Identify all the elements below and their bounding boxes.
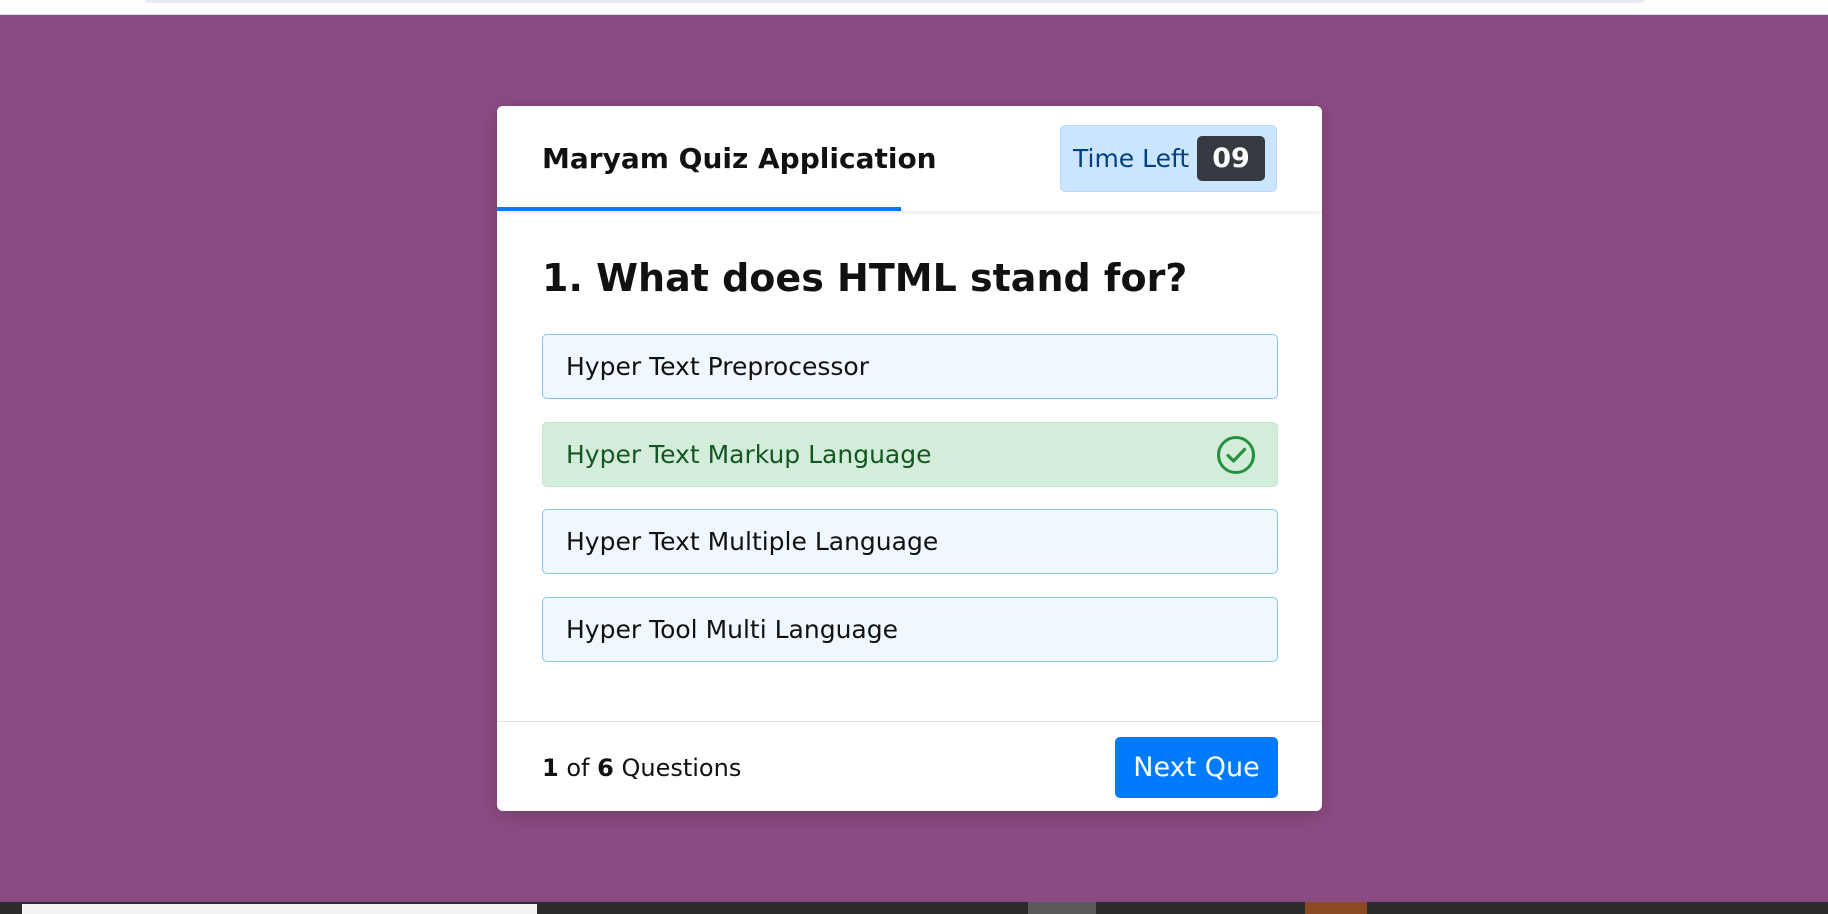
taskbar-accent-app[interactable] (1305, 902, 1367, 914)
quiz-footer: 1 of 6 Questions Next Que (497, 721, 1322, 811)
option-2-correct[interactable]: Hyper Text Markup Language (542, 422, 1278, 487)
browser-top-strip (0, 0, 1828, 15)
timer-seconds: 09 (1197, 136, 1265, 181)
question-counter: 1 of 6 Questions (542, 754, 741, 783)
option-1[interactable]: Hyper Text Preprocessor (542, 334, 1278, 399)
check-circle-icon (1216, 435, 1256, 475)
option-label: Hyper Text Markup Language (566, 440, 932, 469)
quiz-box: Maryam Quiz Application Time Left 09 1. … (497, 106, 1322, 811)
taskbar-middle-app[interactable] (1028, 902, 1096, 914)
option-label: Hyper Text Multiple Language (566, 527, 939, 556)
browser-tab-strip (145, 0, 1645, 3)
timer-label: Time Left (1073, 144, 1190, 173)
taskbar-left-app[interactable] (22, 904, 537, 914)
total-questions-number: 6 (597, 754, 614, 782)
timer: Time Left 09 (1060, 125, 1277, 192)
option-3[interactable]: Hyper Text Multiple Language (542, 509, 1278, 574)
option-4[interactable]: Hyper Tool Multi Language (542, 597, 1278, 662)
option-label: Hyper Tool Multi Language (566, 615, 899, 644)
counter-questions-word: Questions (621, 754, 742, 782)
counter-of: of (566, 754, 590, 782)
time-progress-bar (497, 207, 901, 211)
current-question-number: 1 (542, 754, 559, 782)
question-text: 1. What does HTML stand for? (542, 256, 1188, 300)
taskbar (0, 902, 1828, 914)
option-label: Hyper Text Preprocessor (566, 352, 869, 381)
app-title: Maryam Quiz Application (542, 142, 937, 175)
quiz-header: Maryam Quiz Application Time Left 09 (497, 106, 1322, 211)
next-question-button[interactable]: Next Que (1115, 737, 1278, 798)
